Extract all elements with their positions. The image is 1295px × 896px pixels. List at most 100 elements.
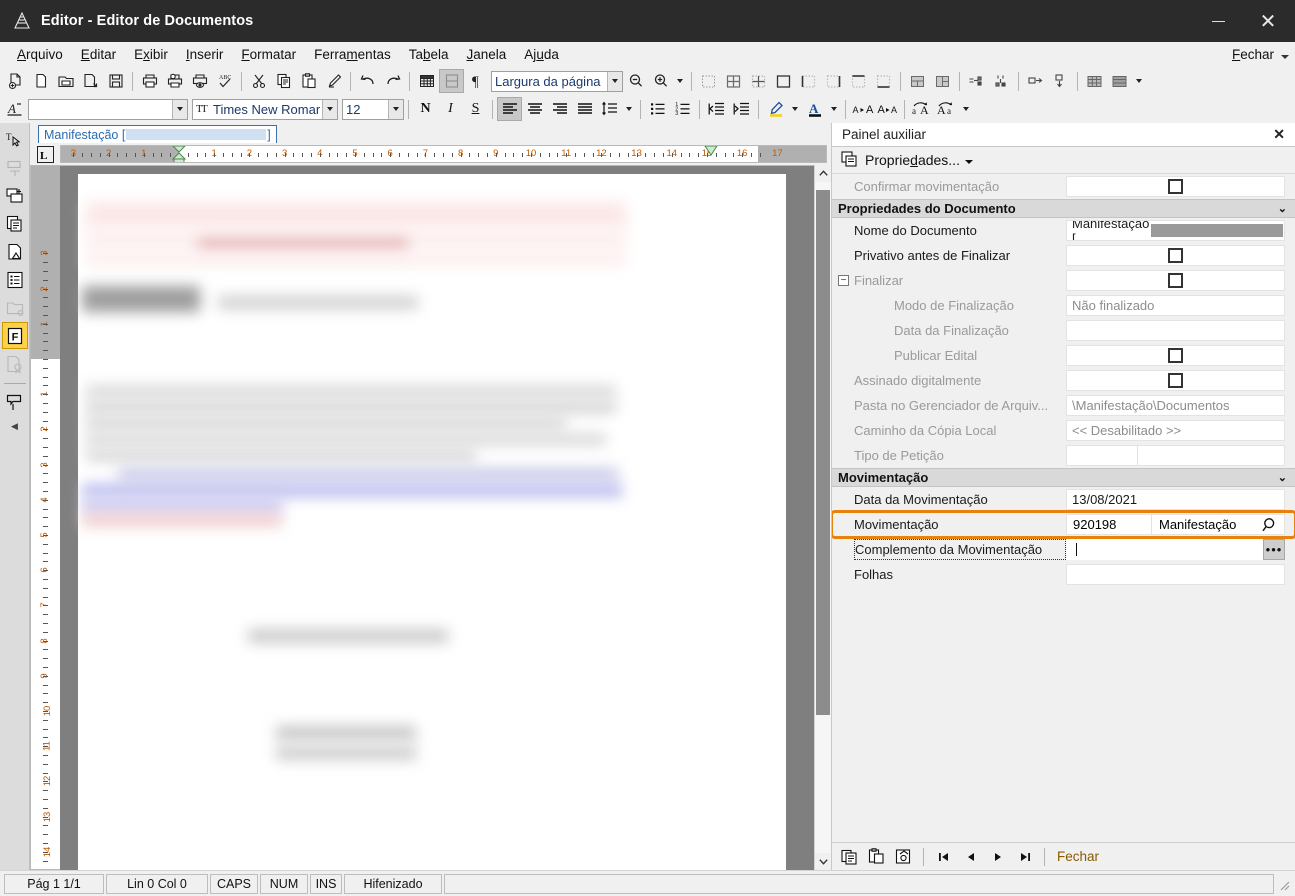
status-hyphenation[interactable]: Hifenizado [344, 873, 442, 894]
print-preview-icon[interactable] [162, 69, 187, 93]
text-frame-icon[interactable] [2, 154, 28, 181]
row-value[interactable] [1066, 370, 1285, 391]
copy-icon[interactable] [271, 69, 296, 93]
menu-janela[interactable]: Janela [458, 45, 516, 64]
collapse-strip-button[interactable]: ◀ [11, 421, 18, 432]
row-value[interactable]: 13/08/2021 [1066, 489, 1285, 510]
chevron-down-icon[interactable] [607, 71, 622, 91]
numbered-list-icon[interactable]: 123 [670, 97, 695, 121]
menu-formatar[interactable]: Formatar [232, 45, 305, 64]
split-cells-icon[interactable] [930, 69, 955, 93]
align-right-icon[interactable] [547, 97, 572, 121]
list-properties-icon[interactable] [2, 266, 28, 293]
highlight-chevron-down-icon[interactable] [788, 97, 802, 121]
checkbox[interactable] [1168, 373, 1183, 388]
decrease-font-size-icon[interactable]: AA [875, 97, 900, 121]
zoom-in-icon[interactable] [648, 69, 673, 93]
document-model-icon[interactable] [2, 182, 28, 209]
menu-arquivo[interactable]: Arquivo [8, 45, 72, 64]
section-header-propriedades-documento[interactable]: Propriedades do Documento ⌄ [832, 199, 1295, 218]
align-left-icon[interactable] [497, 97, 522, 121]
menu-tabela[interactable]: Tabela [400, 45, 458, 64]
status-caps[interactable]: CAPS [210, 873, 258, 894]
column-distribute-icon[interactable] [1048, 69, 1073, 93]
document-warning-icon[interactable]: ! [2, 238, 28, 265]
row-complemento-da-movimentacao[interactable]: Complemento da Movimentação ••• [832, 537, 1295, 562]
new-document-icon[interactable] [3, 69, 28, 93]
table-border-left-icon[interactable] [796, 69, 821, 93]
magnifier-icon[interactable] [1261, 516, 1279, 537]
close-window-button[interactable]: ✕ [1241, 0, 1295, 42]
row-pasta-gerenciador-arquivos[interactable]: Pasta no Gerenciador de Arquiv... \Manif… [832, 393, 1295, 418]
bold-button[interactable]: N [413, 97, 438, 121]
case-options-chevron-down-icon[interactable] [959, 97, 973, 121]
chevron-down-icon[interactable] [172, 99, 187, 119]
zoom-level-combo[interactable]: Largura da página [491, 70, 623, 92]
row-value[interactable] [1066, 564, 1285, 585]
menu-ferramentas[interactable]: Ferramentas [305, 45, 400, 64]
document-tab[interactable]: Manifestação [ ] [38, 125, 277, 143]
scroll-thumb[interactable] [816, 190, 830, 715]
menu-exibir[interactable]: Exibir [125, 45, 177, 64]
scroll-up-button[interactable] [815, 165, 831, 182]
table-all-borders-icon[interactable] [721, 69, 746, 93]
zoom-out-icon[interactable] [623, 69, 648, 93]
menu-editar[interactable]: Editar [72, 45, 125, 64]
paragraph-style-combo[interactable] [28, 98, 188, 120]
line-spacing-icon[interactable] [597, 97, 622, 121]
chevron-down-icon[interactable] [388, 99, 403, 119]
first-record-icon[interactable] [930, 845, 957, 869]
row-distribute-icon[interactable] [1023, 69, 1048, 93]
table-border-right-icon[interactable] [821, 69, 846, 93]
open-folder-icon[interactable] [53, 69, 78, 93]
scroll-track[interactable] [815, 182, 831, 853]
insert-row-icon[interactable] [964, 69, 989, 93]
paste-record-icon[interactable] [863, 845, 890, 869]
table-options-chevron-down-icon[interactable] [1132, 69, 1146, 93]
movimentacao-code-value[interactable]: 920198 [1066, 514, 1152, 535]
undo-icon[interactable] [355, 69, 380, 93]
row-finalizar[interactable]: − Finalizar [832, 268, 1295, 293]
print-quick-icon[interactable] [187, 69, 212, 93]
document-page[interactable] [78, 174, 786, 870]
save-icon[interactable] [103, 69, 128, 93]
checkbox[interactable] [1168, 273, 1183, 288]
row-value[interactable] [1066, 539, 1263, 560]
increase-indent-icon[interactable] [729, 97, 754, 121]
row-folhas[interactable]: Folhas [832, 562, 1295, 587]
text-highlight-icon[interactable] [763, 97, 788, 121]
scroll-down-button[interactable] [815, 853, 831, 870]
row-caminho-copia-local[interactable]: Caminho da Cópia Local << Desabilitado >… [832, 418, 1295, 443]
blank-page-icon[interactable] [28, 69, 53, 93]
expander-toggle[interactable]: − [838, 275, 849, 286]
finalize-flag-icon[interactable]: F [1, 322, 28, 349]
checkbox[interactable] [1168, 179, 1183, 194]
underline-button[interactable]: S [463, 97, 488, 121]
open-with-arrow-icon[interactable] [78, 69, 103, 93]
table-border-bottom-icon[interactable] [871, 69, 896, 93]
chevron-double-down-icon[interactable]: ⌄ [1278, 471, 1287, 484]
zoom-options-chevron-down-icon[interactable] [673, 69, 687, 93]
spellcheck-icon[interactable]: ABC [212, 69, 237, 93]
row-nome-do-documento[interactable]: Nome do Documento Manifestação [ [832, 218, 1295, 243]
paragraph-style-icon[interactable]: A [3, 97, 28, 121]
table-inside-borders-icon[interactable] [746, 69, 771, 93]
vertical-scrollbar[interactable] [814, 165, 831, 870]
table-borders-none-icon[interactable] [696, 69, 721, 93]
horizontal-ruler[interactable]: 3211234567891011121314151617 [60, 145, 827, 163]
copy-document-icon[interactable] [2, 210, 28, 237]
insert-column-icon[interactable] [989, 69, 1014, 93]
chevron-down-icon[interactable] [964, 160, 973, 164]
panel-close-icon[interactable]: ✕ [1269, 126, 1289, 143]
copy-record-icon[interactable] [836, 845, 863, 869]
row-tipo-de-peticao[interactable]: Tipo de Petição [832, 443, 1295, 468]
row-modo-de-finalizacao[interactable]: Modo de Finalização Não finalizado [832, 293, 1295, 318]
status-num[interactable]: NUM [260, 873, 308, 894]
last-record-icon[interactable] [1011, 845, 1038, 869]
decrease-indent-icon[interactable] [704, 97, 729, 121]
row-value-code[interactable] [1066, 445, 1138, 466]
row-movimentacao[interactable]: Movimentação 920198 Manifestação [832, 510, 1295, 539]
align-center-icon[interactable] [522, 97, 547, 121]
row-confirmar-movimentacao[interactable]: Confirmar movimentação [832, 174, 1295, 199]
print-icon[interactable] [137, 69, 162, 93]
